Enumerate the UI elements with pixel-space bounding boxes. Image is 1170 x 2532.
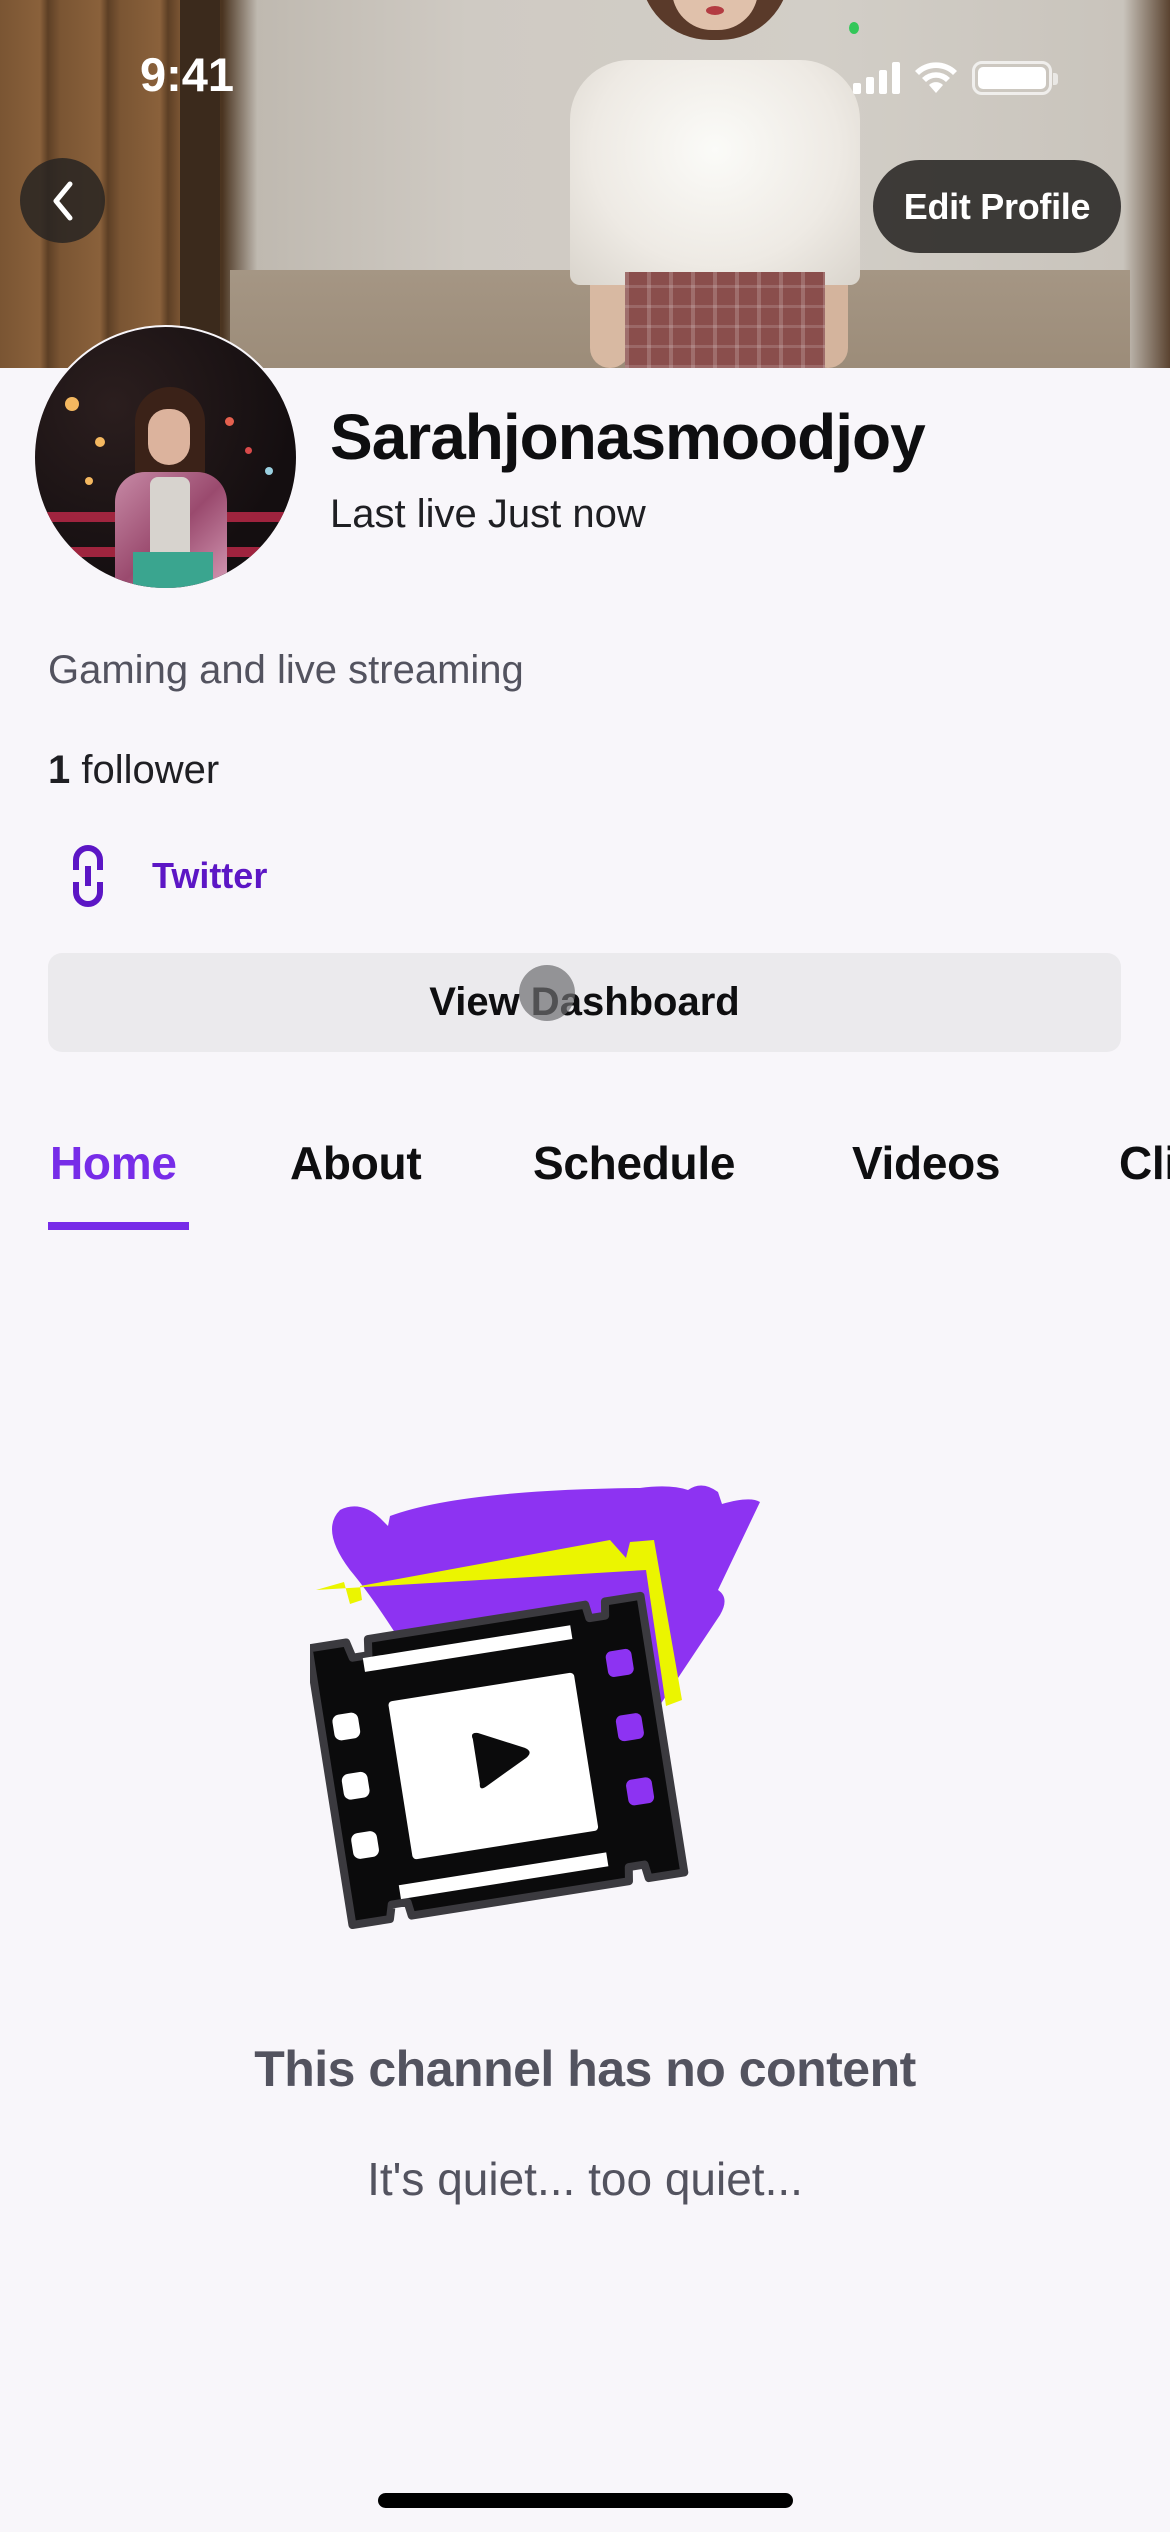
- battery-icon: [972, 61, 1058, 95]
- tab-schedule[interactable]: Schedule: [533, 1136, 735, 1190]
- channel-bio: Gaming and live streaming: [48, 648, 524, 692]
- active-tab-indicator: [48, 1222, 189, 1230]
- tab-videos[interactable]: Videos: [852, 1136, 1001, 1190]
- camera-indicator-dot: [849, 22, 859, 34]
- touch-indicator: [519, 965, 575, 1021]
- channel-tabs: Home About Schedule Videos Clips: [0, 1128, 1170, 1238]
- film-strip: [310, 1591, 689, 1929]
- status-icons: [853, 58, 1058, 98]
- social-link-twitter[interactable]: Twitter: [48, 838, 267, 914]
- wifi-icon: [915, 62, 957, 93]
- follower-count-value: 1: [48, 748, 71, 792]
- tab-home[interactable]: Home: [50, 1136, 177, 1190]
- film-strip-play-icon: [310, 1485, 760, 1929]
- social-link-label: Twitter: [152, 855, 268, 896]
- chevron-left-icon: [53, 181, 72, 220]
- tab-about[interactable]: About: [290, 1136, 422, 1190]
- view-dashboard-button[interactable]: View Dashboard: [48, 953, 1121, 1052]
- empty-state-title: This channel has no content: [254, 2041, 916, 2097]
- follower-count-label: follower: [81, 748, 220, 792]
- banner-figure-lips: [706, 6, 724, 15]
- link-icon: [48, 844, 128, 908]
- display-name: Sarahjonasmoodjoy: [330, 401, 926, 473]
- avatar[interactable]: [33, 325, 298, 590]
- banner-figure-skirt: [625, 272, 825, 368]
- home-indicator[interactable]: [378, 2493, 793, 2508]
- status-time: 9:41: [140, 48, 235, 101]
- banner-figure-shirt: [570, 60, 860, 285]
- edit-profile-button[interactable]: Edit Profile: [873, 160, 1121, 253]
- back-button[interactable]: [20, 158, 105, 243]
- tab-clips[interactable]: Clips: [1119, 1136, 1170, 1190]
- cellular-signal-icon: [853, 62, 900, 94]
- last-live-status: Last live Just now: [330, 492, 646, 536]
- follower-count: 1 follower: [48, 748, 219, 793]
- empty-state-subtitle: It's quiet... too quiet...: [367, 2153, 803, 2205]
